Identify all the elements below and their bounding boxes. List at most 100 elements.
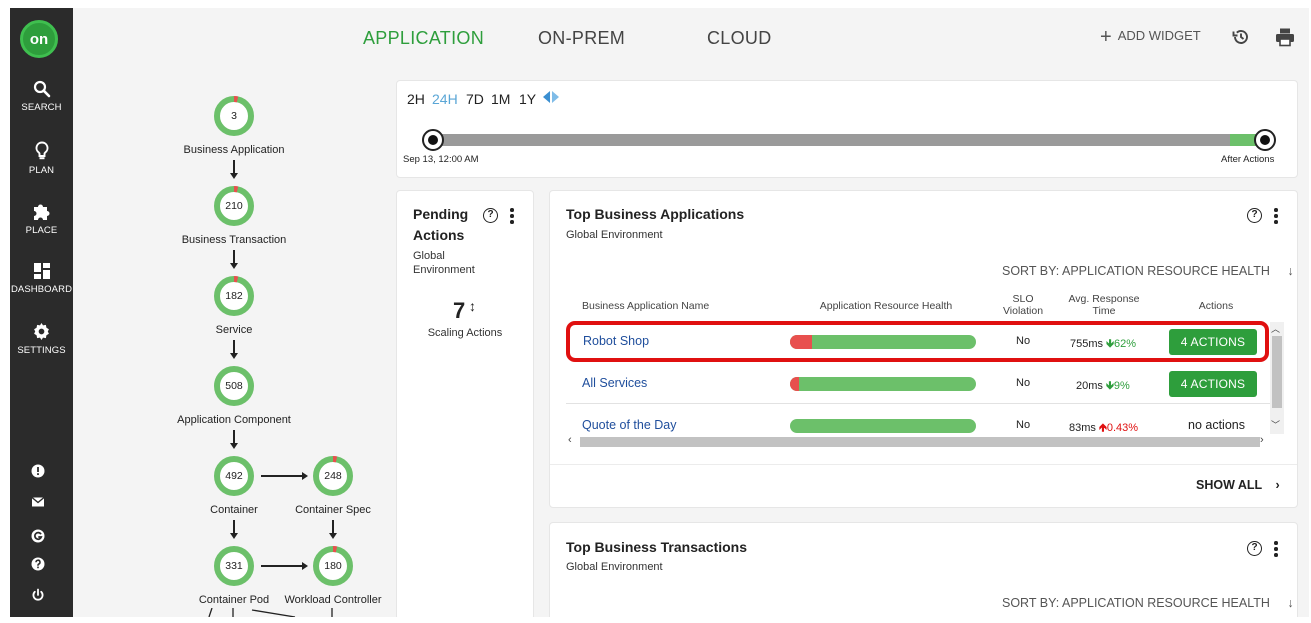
col-header-slo[interactable]: SLO Violation xyxy=(993,293,1053,317)
logo-text: on xyxy=(29,30,49,48)
response-time: 755ms 🡻62% xyxy=(1070,335,1136,354)
resp-value: 755ms xyxy=(1070,338,1104,350)
timeline-end-label: After Actions xyxy=(1221,154,1275,165)
node-value: 180 xyxy=(324,560,342,572)
sidebar-item-label: PLAN xyxy=(28,165,55,176)
app-logo[interactable]: on xyxy=(20,20,58,58)
sort-updown-icon: ↕ xyxy=(469,298,476,314)
chevron-down-icon[interactable]: ﹀ xyxy=(1271,418,1280,431)
sidebar-item-label: PLACE xyxy=(25,225,58,236)
horizontal-scrollbar[interactable]: ‹ › xyxy=(566,434,1269,449)
chevron-left-icon[interactable]: ‹ xyxy=(568,434,572,446)
vertical-scrollbar-thumb[interactable] xyxy=(1272,336,1282,408)
topology-arrow xyxy=(230,340,237,359)
col-header-health[interactable]: Application Resource Health xyxy=(796,300,976,312)
g-icon[interactable] xyxy=(29,527,47,545)
no-actions-label: no actions xyxy=(1188,418,1245,432)
node-value: 210 xyxy=(225,200,243,212)
sidebar-item-dashboard[interactable]: DASHBOARD xyxy=(10,262,73,295)
node-value: 508 xyxy=(225,380,243,392)
time-option-1y[interactable]: 1Y xyxy=(519,91,536,107)
sidebar-item-plan[interactable]: PLAN xyxy=(10,141,73,176)
row-name-all-services[interactable]: All Services xyxy=(582,376,647,390)
health-bar xyxy=(790,419,976,433)
resp-value: 20ms xyxy=(1076,380,1103,392)
kebab-menu-icon[interactable] xyxy=(510,208,514,224)
tab-cloud[interactable]: CLOUD xyxy=(707,28,772,49)
resp-value: 83ms xyxy=(1069,422,1096,434)
top-transactions-title: Top Business Transactions xyxy=(566,539,748,555)
sidebar-item-search[interactable]: SEARCH xyxy=(10,80,73,113)
col-header-name[interactable]: Business Application Name xyxy=(582,300,709,312)
timeline-start-handle[interactable] xyxy=(422,129,444,151)
alert-icon[interactable] xyxy=(29,462,47,480)
help-icon[interactable]: ? xyxy=(483,208,498,223)
horizontal-scrollbar-thumb[interactable] xyxy=(580,437,1260,447)
power-icon[interactable] xyxy=(29,586,47,604)
row-name-quote-of-the-day[interactable]: Quote of the Day xyxy=(582,418,677,432)
history-icon[interactable] xyxy=(1231,27,1251,47)
add-widget-button[interactable]: + ADD WIDGET xyxy=(1100,26,1201,49)
col-header-response[interactable]: Avg. Response Time xyxy=(1060,293,1148,317)
print-icon[interactable] xyxy=(1274,27,1296,47)
sidebar-item-place[interactable]: PLACE xyxy=(10,201,73,236)
tab-application[interactable]: APPLICATION xyxy=(363,28,484,49)
slo-value: No xyxy=(1016,419,1031,431)
actions-button[interactable]: 4 ACTIONS xyxy=(1169,329,1257,355)
pending-count-label: Scaling Actions xyxy=(427,327,503,339)
pending-title-line2: Actions xyxy=(413,227,465,243)
top-apps-sort-dropdown[interactable]: SORT BY: APPLICATION RESOURCE HEALTH ↓ xyxy=(1002,264,1294,278)
col-header-actions[interactable]: Actions xyxy=(1176,300,1256,312)
arrow-down-icon: 🡻 xyxy=(1105,380,1114,392)
sort-label: SORT BY: APPLICATION RESOURCE HEALTH xyxy=(1002,264,1270,278)
search-icon xyxy=(33,80,50,98)
kebab-menu-icon[interactable] xyxy=(1274,208,1278,224)
node-label: Service xyxy=(215,324,253,336)
tab-on-prem[interactable]: ON-PREM xyxy=(538,28,625,49)
lightbulb-icon xyxy=(35,141,48,160)
top-apps-subtitle: Global Environment xyxy=(566,229,663,241)
sidebar-item-label: SETTINGS xyxy=(17,345,66,356)
col-header-resp-line2: Time xyxy=(1092,305,1116,317)
resp-change: 0.43% xyxy=(1106,422,1139,434)
sidebar-item-settings[interactable]: SETTINGS xyxy=(10,322,73,356)
slo-value: No xyxy=(1016,377,1031,389)
show-all-link[interactable]: SHOW ALL › xyxy=(1196,478,1280,492)
row-name-robot-shop[interactable]: Robot Shop xyxy=(583,334,649,348)
chevron-up-icon[interactable]: ︿ xyxy=(1271,322,1280,335)
node-label: Workload Controller xyxy=(284,594,382,606)
topology-arrow xyxy=(230,160,237,179)
time-option-1m[interactable]: 1M xyxy=(491,91,510,107)
gear-icon xyxy=(34,322,49,341)
arrow-down-icon: ↓ xyxy=(1287,264,1294,278)
vertical-scrollbar[interactable]: ︿ ﹀ xyxy=(1270,322,1284,434)
help-icon[interactable] xyxy=(29,555,47,573)
timeline-start-label: Sep 13, 12:00 AM xyxy=(403,154,479,165)
topology-arrow xyxy=(329,520,336,539)
kebab-menu-icon[interactable] xyxy=(1274,541,1278,557)
topology-arrow xyxy=(230,430,237,449)
top-transactions-sort-dropdown[interactable]: SORT BY: APPLICATION RESOURCE HEALTH ↓ xyxy=(1002,596,1294,610)
help-icon[interactable]: ? xyxy=(1247,541,1262,556)
puzzle-icon xyxy=(33,204,49,220)
app-window: on SEARCH PLAN PLACE DASHBOARD SETTINGS … xyxy=(10,8,1309,617)
mail-icon[interactable] xyxy=(29,493,47,511)
timeline-end-handle[interactable] xyxy=(1254,129,1276,151)
time-option-24h[interactable]: 24H xyxy=(432,91,458,107)
time-scroll-arrows-icon[interactable] xyxy=(542,91,560,103)
sort-label: SORT BY: APPLICATION RESOURCE HEALTH xyxy=(1002,596,1270,610)
node-value: 182 xyxy=(225,290,243,302)
time-option-7d[interactable]: 7D xyxy=(466,91,484,107)
topology-arrow xyxy=(261,472,308,479)
chevron-right-icon[interactable]: › xyxy=(1260,434,1264,446)
sidebar: on SEARCH PLAN PLACE DASHBOARD SETTINGS xyxy=(10,8,73,617)
health-bar xyxy=(790,335,976,349)
time-option-2h[interactable]: 2H xyxy=(407,91,425,107)
pending-title-line1: Pending xyxy=(413,206,469,222)
response-time: 20ms 🡻9% xyxy=(1076,377,1130,396)
help-icon[interactable]: ? xyxy=(1247,208,1262,223)
health-bar xyxy=(790,377,976,391)
health-bar-bad-segment xyxy=(790,377,800,391)
actions-button[interactable]: 4 ACTIONS xyxy=(1169,371,1257,397)
chevron-right-icon: › xyxy=(1275,478,1280,492)
